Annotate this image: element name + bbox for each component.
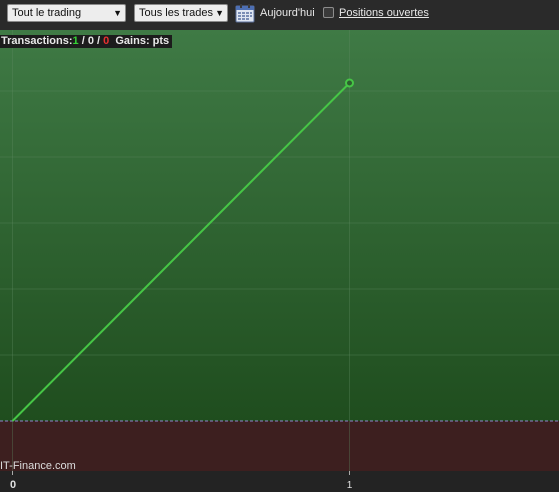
separator: / <box>93 35 104 47</box>
loss-zone <box>0 421 559 471</box>
toolbar: Tout le trading ▼ Tous les trades ▼ Aujo… <box>0 0 559 30</box>
x-axis-band <box>0 471 559 492</box>
transactions-summary: Transactions:1 / 0 / 0 Gains: pts <box>0 35 173 48</box>
trading-scope-select[interactable]: Tout le trading ▼ <box>7 4 126 22</box>
equity-chart: 01 <box>0 30 559 492</box>
chevron-down-icon: ▼ <box>215 8 224 18</box>
today-link[interactable]: Aujourd'hui <box>260 7 315 19</box>
watermark: IT-Finance.com <box>0 460 76 472</box>
x-tick-label: 0 <box>10 479 16 491</box>
equity-point[interactable] <box>345 78 354 88</box>
transactions-label: Transactions: <box>1 35 73 47</box>
trading-scope-value: Tout le trading <box>12 7 82 19</box>
calendar-icon[interactable] <box>235 3 255 23</box>
chevron-down-icon: ▼ <box>113 8 122 18</box>
separator: / <box>78 35 88 47</box>
trades-filter-select[interactable]: Tous les trades ▼ <box>134 4 228 22</box>
x-tick-label: 1 <box>347 480 353 491</box>
open-positions-checkbox[interactable] <box>323 7 334 18</box>
trades-filter-value: Tous les trades <box>139 7 213 19</box>
gains-label: Gains: pts <box>115 35 170 47</box>
profit-zone <box>0 30 559 421</box>
open-positions-label[interactable]: Positions ouvertes <box>339 7 429 19</box>
